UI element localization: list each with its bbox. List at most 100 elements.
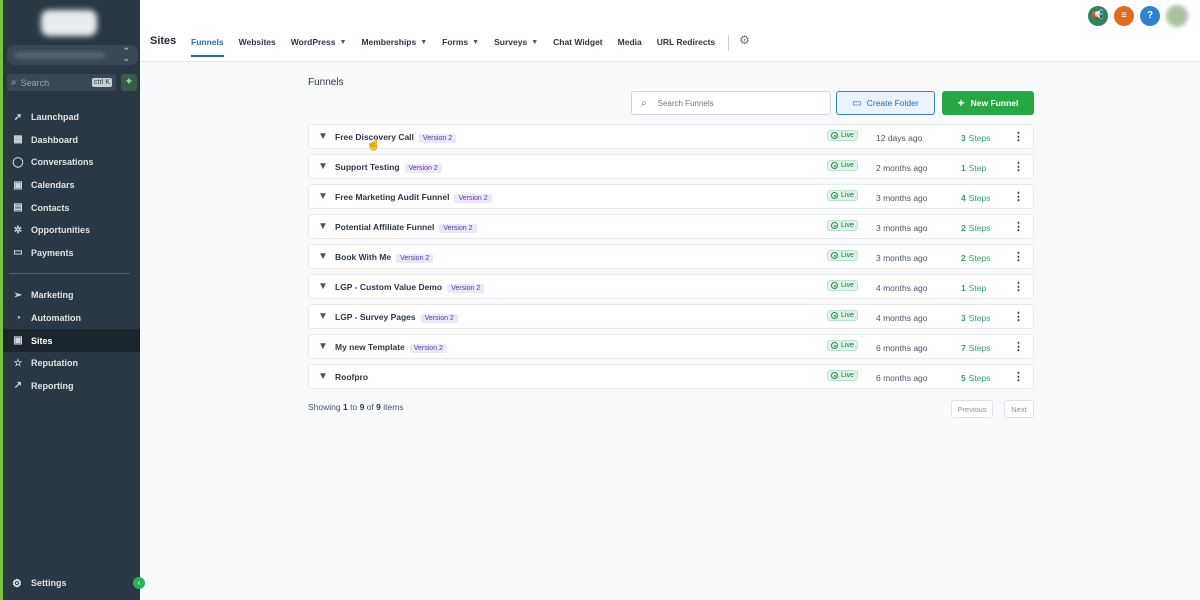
more-options-icon[interactable]: ⋮ [1013, 130, 1024, 143]
menu-list-icon[interactable]: ≡ [1114, 6, 1134, 26]
version-badge: Version 2 [418, 134, 457, 143]
sidebar-item-reputation[interactable]: ☆ Reputation [3, 352, 140, 375]
steps-count[interactable]: 4 Steps [961, 193, 990, 203]
funnel-name-cell[interactable]: Potential Affiliate Funnel Version 2 [335, 222, 477, 233]
table-row[interactable]: ▼ Book With Me Version 2 Live 3 months ago 2 S… [308, 244, 1034, 269]
version-badge: Version 2 [404, 164, 442, 173]
sidebar-search[interactable]: ⌕ Search ctrl K [7, 74, 116, 91]
funnel-name-cell[interactable]: Roofpro [335, 372, 368, 382]
updated-date: 6 months ago [876, 343, 928, 353]
sidebar-item-marketing[interactable]: ➢ Marketing [3, 284, 140, 307]
table-row[interactable]: ▼ Potential Affiliate Funnel Version 2 Live… [308, 214, 1034, 239]
sidebar-item-sites[interactable]: ▣ Sites [3, 329, 140, 352]
tab-chat-widget[interactable]: Chat Widget [553, 28, 603, 57]
steps-count[interactable]: 1 Step [961, 283, 986, 293]
more-options-icon[interactable]: ⋮ [1013, 220, 1024, 233]
table-row[interactable]: ▼ Support Testing Version 2 Live 2 months ag… [308, 154, 1034, 179]
search-funnels-field[interactable]: ⌕ [631, 91, 831, 115]
sidebar-item-launchpad[interactable]: ➚ Launchpad [3, 106, 140, 129]
chart-icon: ↗ [13, 380, 23, 392]
tab-url-redirects[interactable]: URL Redirects [657, 28, 715, 57]
table-row[interactable]: ▼ LGP - Survey Pages Version 2 Live 4 months… [308, 304, 1034, 329]
steps-label: Steps [968, 253, 991, 263]
more-options-icon[interactable]: ⋮ [1013, 310, 1024, 323]
funnel-name[interactable]: Potential Affiliate Funnel [335, 222, 434, 232]
steps-count[interactable]: 3 Steps [961, 313, 990, 323]
tab-wordpress[interactable]: WordPress ▼ [291, 28, 347, 57]
live-dot-icon [831, 312, 838, 319]
tab-label: Forms [442, 37, 469, 47]
gear-icon[interactable]: ⚙ [739, 33, 750, 57]
help-icon[interactable]: ? [1140, 6, 1160, 26]
steps-count[interactable]: 5 Steps [961, 373, 990, 383]
pagination-prefix: Showing [308, 402, 341, 412]
steps-count[interactable]: 1 Step [961, 163, 986, 173]
search-funnels-input[interactable] [657, 98, 808, 108]
contacts-icon: ▤ [13, 202, 23, 214]
send-icon: ➢ [13, 289, 23, 301]
new-funnel-button[interactable]: + New Funnel [942, 91, 1034, 115]
more-options-icon[interactable]: ⋮ [1013, 370, 1024, 383]
tab-funnels[interactable]: Funnels [191, 28, 224, 57]
funnel-name-cell[interactable]: Support Testing Version 2 [335, 162, 442, 173]
funnel-name[interactable]: LGP - Custom Value Demo [335, 282, 442, 292]
avatar[interactable] [1166, 5, 1188, 27]
automation-icon: ◔ [14, 312, 22, 324]
more-options-icon[interactable]: ⋮ [1013, 340, 1024, 353]
tab-websites[interactable]: Websites [239, 28, 276, 57]
version-badge: Version 2 [409, 344, 447, 353]
collapse-sidebar-button[interactable]: ‹ [133, 577, 145, 589]
funnel-name-cell[interactable]: My new Template Version 2 [335, 342, 447, 353]
previous-page-button[interactable]: Previous [951, 400, 993, 418]
tab-surveys[interactable]: Surveys ▼ [494, 28, 538, 57]
steps-count[interactable]: 2 Steps [961, 253, 990, 263]
sidebar-item-conversations[interactable]: ◯ Conversations [3, 151, 140, 174]
funnel-name[interactable]: Roofpro [335, 372, 368, 382]
table-row[interactable]: ▼ Roofpro Live 6 months ago 5 Steps ⋮ [308, 364, 1034, 389]
sidebar-item-contacts[interactable]: ▤ Contacts [3, 196, 140, 219]
account-switcher[interactable]: ⌃ ⌄ [7, 45, 138, 65]
funnel-name[interactable]: LGP - Survey Pages [335, 312, 416, 322]
table-row[interactable]: ▼ My new Template Version 2 Live 6 months ag… [308, 334, 1034, 359]
funnel-name-cell[interactable]: LGP - Custom Value Demo Version 2 [335, 282, 485, 293]
sidebar-item-settings[interactable]: ⚙ Settings [3, 572, 140, 594]
table-row[interactable]: ▼ Free Discovery Call Version 2 Live 12 days… [308, 124, 1034, 149]
tab-media[interactable]: Media [618, 28, 642, 57]
tab-forms[interactable]: Forms ▼ [442, 28, 479, 57]
funnel-name-cell[interactable]: Free Discovery Call Version 2 [335, 132, 457, 143]
more-options-icon[interactable]: ⋮ [1013, 190, 1024, 203]
sidebar-item-calendars[interactable]: ▣ Calendars [3, 174, 140, 197]
create-folder-button[interactable]: ▭ Create Folder [836, 91, 935, 115]
status-badge: Live [827, 310, 858, 321]
steps-count[interactable]: 2 Steps [961, 223, 990, 233]
sidebar-item-payments[interactable]: ▭ Payments [3, 242, 140, 265]
funnel-name-cell[interactable]: LGP - Survey Pages Version 2 [335, 312, 458, 323]
sidebar-item-automation[interactable]: ◔ Automation [3, 307, 140, 330]
funnel-name[interactable]: Book With Me [335, 252, 391, 262]
sidebar-item-reporting[interactable]: ↗ Reporting [3, 375, 140, 398]
table-row[interactable]: ▼ Free Marketing Audit Funnel Version 2 Liv… [308, 184, 1034, 209]
tab-memberships[interactable]: Memberships ▼ [361, 28, 427, 57]
sidebar-item-label: Automation [31, 313, 81, 324]
more-options-icon[interactable]: ⋮ [1013, 250, 1024, 263]
steps-label: Steps [968, 223, 991, 233]
funnel-name-cell[interactable]: Free Marketing Audit Funnel Version 2 [335, 192, 492, 203]
announcement-icon[interactable]: 📢 [1088, 6, 1108, 26]
funnel-name[interactable]: My new Template [335, 342, 405, 352]
quick-add-button[interactable]: ✦ [121, 74, 137, 91]
sidebar-item-opportunities[interactable]: ✲ Opportunities [3, 219, 140, 242]
more-options-icon[interactable]: ⋮ [1013, 280, 1024, 293]
plus-icon: + [957, 96, 965, 110]
next-page-button[interactable]: Next [1004, 400, 1034, 418]
sidebar-item-dashboard[interactable]: ▦ Dashboard [3, 129, 140, 152]
table-row[interactable]: ▼ LGP - Custom Value Demo Version 2 Live 4 m… [308, 274, 1034, 299]
funnel-name-cell[interactable]: Book With Me Version 2 [335, 252, 434, 263]
funnel-name[interactable]: Free Marketing Audit Funnel [335, 192, 449, 202]
sidebar-item-label: Reputation [31, 358, 78, 369]
more-options-icon[interactable]: ⋮ [1013, 160, 1024, 173]
steps-number: 2 [961, 223, 966, 233]
steps-count[interactable]: 3 Steps [961, 133, 990, 143]
gear-icon: ⚙ [12, 577, 22, 590]
steps-count[interactable]: 7 Steps [961, 343, 990, 353]
funnel-name[interactable]: Support Testing [335, 162, 400, 172]
